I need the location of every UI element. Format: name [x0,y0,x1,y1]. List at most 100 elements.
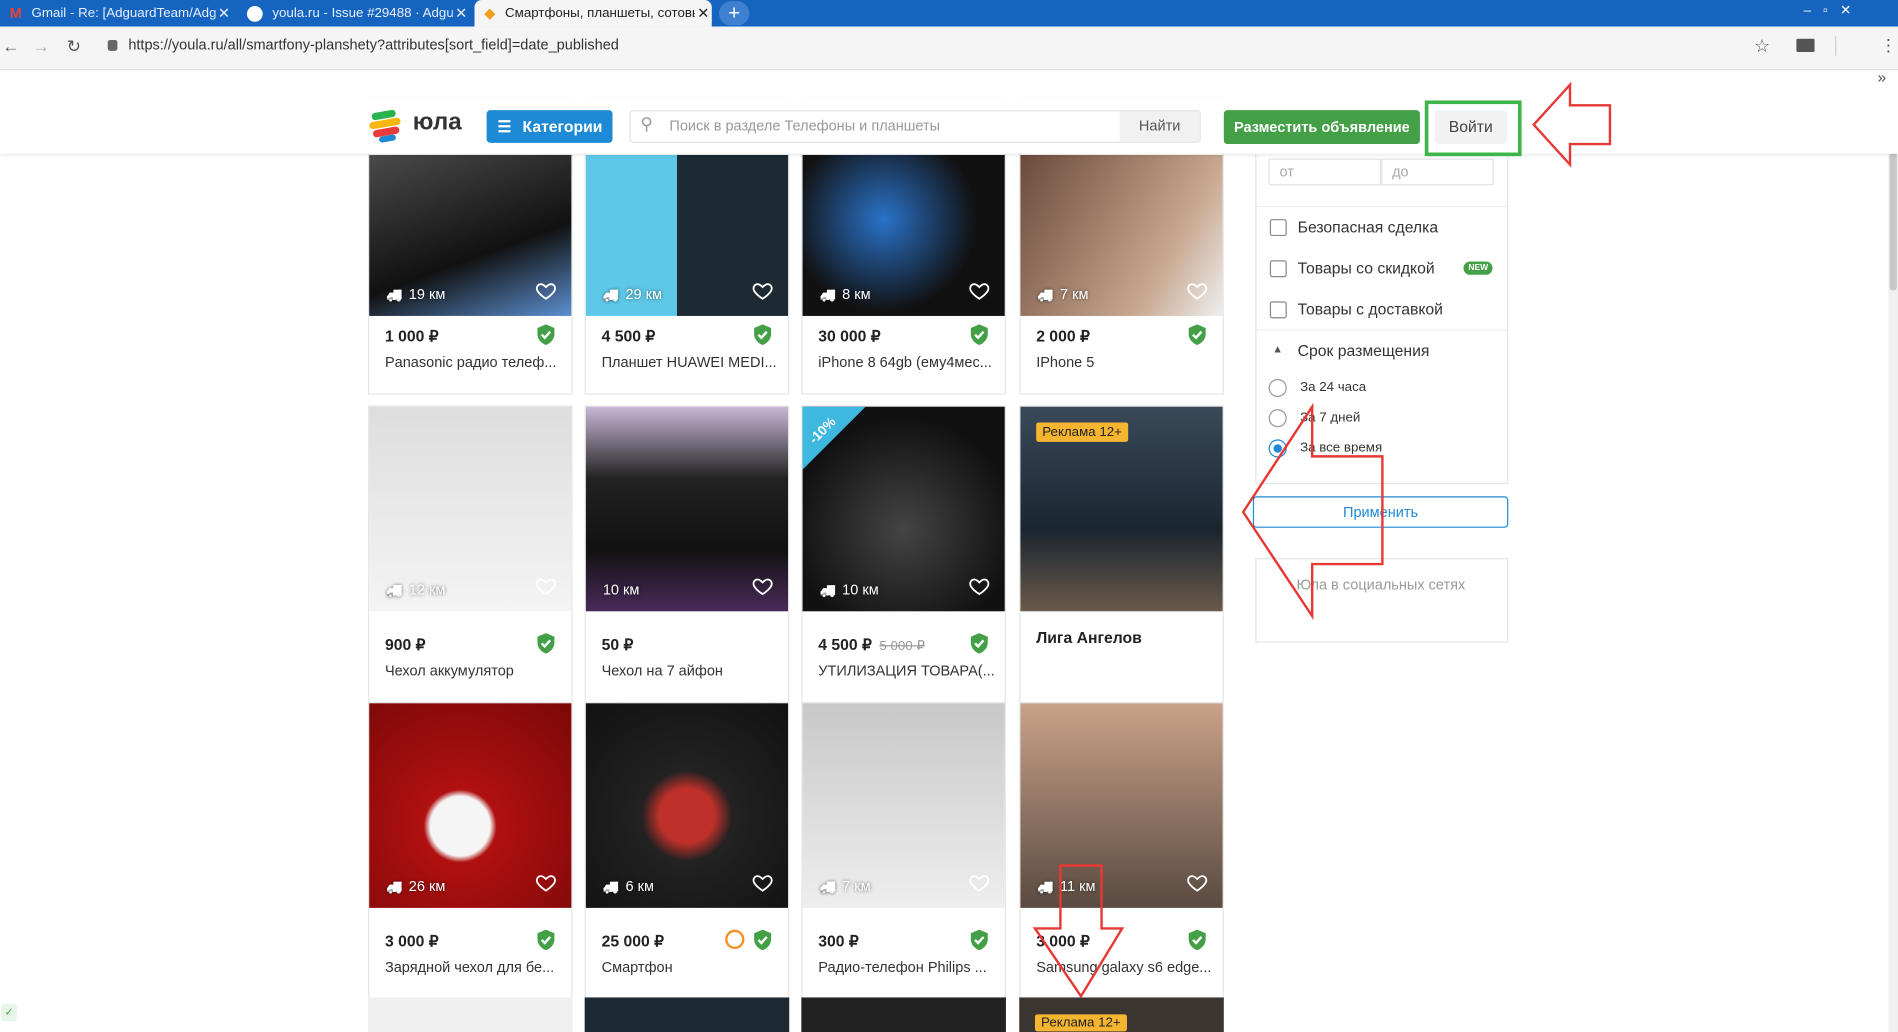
reload-icon[interactable]: ↻ [63,36,85,57]
product-title[interactable]: Смартфон [602,959,778,976]
tab-youla[interactable]: ◆ Смартфоны, планшеты, сотовы ✕ [474,0,712,27]
product-title[interactable]: Лига Ангелов [1036,628,1142,646]
heart-icon[interactable] [968,872,990,894]
product-card[interactable]: 10 км 50 ₽ Чехол на 7 айфон [584,405,790,704]
heart-icon[interactable] [968,575,990,597]
product-title[interactable]: Радио-телефон Philips ... [818,959,994,976]
delivery-checkbox[interactable] [1269,301,1287,319]
close-tab-icon[interactable]: ✕ [215,5,232,22]
distance-label: 🚚 7 км [820,878,871,895]
verified-shield-icon [753,929,772,951]
card-partial[interactable] [801,997,1006,1032]
star-icon[interactable]: ☆ [1754,35,1770,57]
social-text[interactable]: Юла в социальных сетях [1296,576,1465,593]
heart-icon[interactable] [752,280,774,302]
heart-icon[interactable] [535,575,557,597]
distance-value: 7 км [1060,285,1089,303]
window-controls[interactable]: –▫✕ [1804,2,1864,19]
product-title[interactable]: Panasonic радио телеф... [385,353,561,370]
distance-label: 🚚 19 км [386,286,445,303]
product-title[interactable]: iPhone 8 64gb (ему4мес... [818,353,994,370]
github-icon [246,5,263,22]
heart-icon[interactable] [535,872,557,894]
post-ad-button[interactable]: Разместить объявление [1223,110,1420,145]
seller-rating-badge [725,929,745,950]
close-tab-icon[interactable]: ✕ [695,5,712,22]
heart-icon[interactable] [968,280,990,302]
toolbar-divider [1835,36,1837,56]
price-value: 1 000 ₽ [384,326,439,345]
distance-label: 🚚 12 км [386,581,445,598]
period-title[interactable]: Срок размещения [1298,341,1430,359]
distance-value: 26 км [408,877,446,895]
youla-logo-icon[interactable] [369,109,405,143]
price-from-input[interactable]: от [1268,158,1382,186]
product-price: 900 ₽ [385,636,426,655]
product-title[interactable]: Зарядной чехол для бе... [385,959,561,976]
categories-label: Категории [522,117,603,136]
product-title[interactable]: IPhone 5 [1036,353,1212,370]
delivery-truck-icon: 🚚 [602,287,620,303]
forward-icon[interactable]: → [30,36,52,55]
card-partial[interactable] [367,997,573,1032]
product-card[interactable]: 🚚 11 км 3 000 ₽ Samsung galaxy s6 edge... [1019,702,1224,1000]
price-to-input[interactable]: до [1381,158,1494,186]
heart-icon[interactable] [535,280,557,302]
back-icon[interactable]: ← [0,36,22,55]
heart-icon[interactable] [752,575,774,597]
product-card[interactable]: -10% 🚚 10 км 4 500 ₽5 000 ₽ УТИЛИЗАЦИЯ ТОВАР… [801,405,1006,704]
close-tab-icon[interactable]: ✕ [453,5,470,22]
radio-7days[interactable] [1268,409,1287,428]
distance-value: 11 км [1060,877,1096,895]
categories-button[interactable]: ☰ Категории [486,110,613,143]
radio-24h-label: За 24 часа [1300,380,1367,395]
hamburger-icon: ☰ [497,116,512,135]
heart-icon[interactable] [752,872,774,894]
product-title[interactable]: Чехол на 7 айфон [602,662,778,679]
ad-badge: Реклама 12+ [1034,1014,1127,1032]
price-value: 300 ₽ [818,932,859,951]
discount-checkbox[interactable] [1269,260,1287,278]
distance-value: 6 км [625,877,654,895]
distance-label: 🚚 6 км [603,878,654,895]
apply-button[interactable]: Применить [1252,496,1509,528]
distance-value: 7 км [842,877,871,895]
product-card[interactable]: 🚚 12 км 900 ₽ Чехол аккумулятор [367,405,573,704]
heart-icon[interactable] [1186,280,1208,302]
product-title[interactable]: УТИЛИЗАЦИЯ ТОВАРА(... [818,662,994,679]
product-card[interactable]: 🚚 6 км 25 000 ₽ Смартфон [584,702,790,1000]
product-title[interactable]: Samsung galaxy s6 edge... [1036,959,1212,976]
site-header: юла ☰ Категории ⚲ Поиск в разделе Телефо… [0,96,1898,154]
menu-icon[interactable]: ⋮ [1880,35,1897,56]
verified-shield-icon [536,324,555,345]
radio-7days-label: За 7 дней [1300,410,1361,425]
adguard-shield-icon[interactable]: ✓ [1,1003,17,1022]
safe-deal-checkbox[interactable] [1269,219,1287,237]
search-input[interactable]: Поиск в разделе Телефоны и планшеты [669,117,940,134]
scrollbar-thumb[interactable] [1889,145,1897,291]
radio-all-time[interactable] [1268,439,1287,458]
search-button[interactable]: Найти [1119,111,1200,142]
tab-github[interactable]: youla.ru - Issue #29488 · Adguar ✕ [237,0,469,27]
product-price: 30 000 ₽ [818,327,881,346]
mail-extension-icon[interactable] [1796,38,1815,53]
product-card[interactable]: 🚚 26 км 3 000 ₽ Зарядной чехол для бе... [367,702,573,1000]
logo-text[interactable]: юла [413,109,462,137]
verified-shield-icon [970,324,989,345]
radio-24h[interactable] [1268,378,1287,398]
product-card[interactable]: Реклама 12+ Лига Ангелов [1019,405,1224,704]
product-title[interactable]: Чехол аккумулятор [385,662,561,679]
new-tab-button[interactable]: + [719,1,750,26]
product-title[interactable]: Планшет HUAWEI MEDI... [602,353,778,370]
heart-icon[interactable] [1186,872,1208,894]
old-price: 5 000 ₽ [879,639,925,654]
card-partial[interactable] [584,997,790,1032]
product-price: 50 ₽ [602,636,634,655]
filters-panel [1255,153,1509,485]
caret-up-icon[interactable]: ▲ [1272,343,1283,355]
tab-gmail[interactable]: M Gmail - Re: [AdguardTeam/Adgu ✕ [0,0,232,27]
bookmarks-more-icon[interactable]: » [1877,68,1886,86]
price-value: 4 500 ₽ [818,635,873,654]
product-card[interactable]: 🚚 7 км 300 ₽ Радио-телефон Philips ... [801,702,1006,1000]
address-bar[interactable]: https://youla.ru/all/smartfony-planshety… [128,36,619,53]
